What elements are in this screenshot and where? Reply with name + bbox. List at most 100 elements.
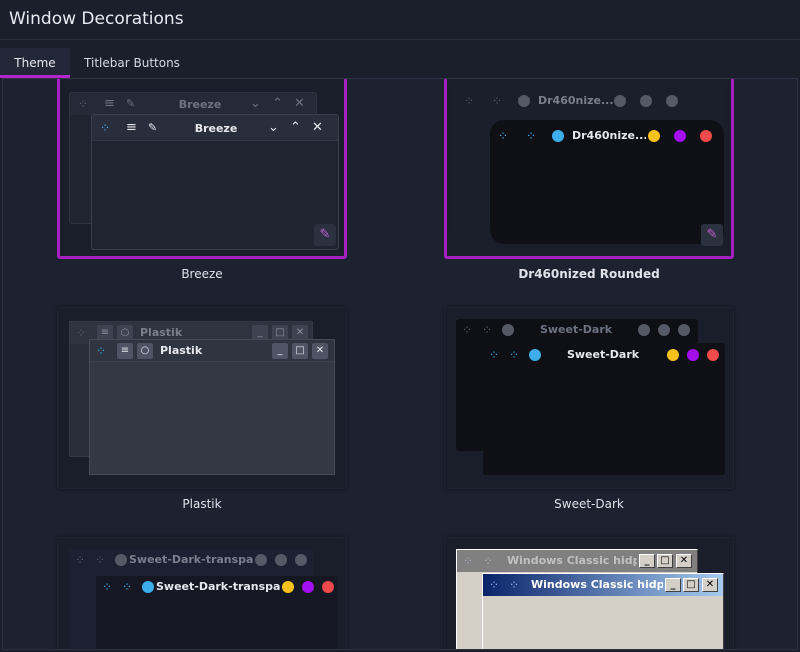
diamond-dots-icon: ⁘	[489, 578, 500, 592]
tab-theme[interactable]: Theme	[0, 48, 70, 78]
dot-icon	[674, 130, 686, 142]
dot-icon	[295, 554, 307, 566]
dot-icon	[614, 95, 626, 107]
on-all-desktops-icon: ○	[137, 343, 153, 359]
maximize-icon: □	[683, 578, 699, 592]
theme-name-breeze: Breeze	[181, 267, 223, 281]
diamond-dots-icon: ⁘	[526, 129, 537, 143]
close-icon: ✕	[312, 343, 328, 359]
diamond-dots-icon: ⁘	[482, 323, 493, 337]
tab-bar: Theme Titlebar Buttons	[0, 40, 800, 78]
preview-active-window: ⁘ ⁘ Windows Classic hidpi _ □ ✕	[482, 573, 724, 649]
theme-card-dr460nized-rounded[interactable]: ⁘ ⁘ Dr460nize... ⁘ ⁘ Dr460nize... ✎	[444, 79, 734, 259]
minimize-icon: _	[665, 578, 681, 592]
dot-icon	[552, 130, 564, 142]
window-header: Window Decorations	[0, 0, 800, 40]
theme-name-dr460nized-rounded: Dr460nized Rounded	[518, 267, 660, 281]
pin-icon: ✎	[126, 97, 136, 110]
diamond-dots-icon: ⁘	[509, 348, 520, 362]
diamond-dots-icon: ⁘	[100, 121, 111, 135]
edit-pencil-icon[interactable]: ✎	[314, 224, 336, 246]
preview-title: Dr460nize...	[572, 129, 646, 142]
tab-titlebar-buttons[interactable]: Titlebar Buttons	[70, 48, 194, 78]
close-icon: ✕	[294, 96, 305, 111]
dot-icon	[667, 349, 679, 361]
edit-pencil-icon[interactable]: ✎	[701, 224, 723, 246]
diamond-dots-icon: ⁘	[95, 553, 106, 567]
preview-active-window: ⁘ ⁘ Dr460nize...	[490, 120, 724, 244]
dot-icon	[648, 130, 660, 142]
close-icon: ✕	[312, 120, 323, 135]
maximize-icon: □	[292, 343, 308, 359]
diamond-dots-icon: ⁘	[489, 348, 500, 362]
chevron-down-icon: ⌄	[250, 96, 261, 111]
dot-icon	[658, 324, 670, 336]
preview-title: Sweet-Dark	[539, 323, 613, 336]
dot-icon	[518, 95, 530, 107]
diamond-dots-icon: ⁘	[102, 580, 113, 594]
dot-icon	[115, 554, 127, 566]
preview-title: Sweet-Dark-transpa...	[129, 553, 253, 566]
dot-icon	[678, 324, 690, 336]
pin-icon: ✎	[148, 121, 158, 134]
dot-icon	[638, 324, 650, 336]
diamond-dots-icon: ⁘	[462, 323, 473, 337]
dot-icon	[302, 581, 314, 593]
preview-title: Plastik	[140, 326, 183, 339]
diamond-dots-icon: ⁘	[96, 344, 107, 358]
dot-icon	[529, 349, 541, 361]
preview-title: Sweet-Dark	[566, 348, 640, 361]
preview-title: Breeze	[178, 98, 222, 111]
preview-active-window: ⁘ ≡ ○ Plastik _ □ ✕	[89, 339, 335, 475]
diamond-dots-icon: ⁘	[463, 554, 474, 568]
minimize-icon: _	[272, 343, 288, 359]
dot-icon	[640, 95, 652, 107]
theme-card-sweet-dark-transparent[interactable]: ⁘ ⁘ Sweet-Dark-transpa... ⁘ ⁘ Sweet-Dark…	[57, 537, 347, 649]
dot-icon	[707, 349, 719, 361]
diamond-dots-icon: ⁘	[464, 94, 475, 108]
theme-card-sweet-dark[interactable]: ⁘ ⁘ Sweet-Dark ⁘ ⁘ Sweet-Dark	[444, 307, 734, 489]
dot-icon	[142, 581, 154, 593]
hamburger-menu-icon: ≡	[117, 343, 133, 359]
diamond-dots-icon: ⁘	[122, 580, 133, 594]
diamond-dots-icon: ⁘	[75, 553, 86, 567]
preview-title: Windows Classic hidpi	[531, 578, 663, 591]
dot-icon	[322, 581, 334, 593]
dot-icon	[666, 95, 678, 107]
preview-active-window: ⁘ ⁘ Sweet-Dark	[483, 343, 725, 475]
page-title: Window Decorations	[9, 9, 184, 29]
dot-icon	[255, 554, 267, 566]
theme-card-windows-classic-hidpi[interactable]: ⁘ ⁘ Windows Classic hidpi _ □ ✕ ⁘ ⁘ Wind…	[444, 537, 734, 649]
preview-title: Plastik	[160, 344, 203, 357]
diamond-dots-icon: ⁘	[76, 326, 87, 340]
theme-name-sweet-dark: Sweet-Dark	[554, 497, 624, 511]
preview-active-window: ⁘ ⁘ Sweet-Dark-transpa...	[96, 576, 338, 649]
theme-grid: ⁘ ≡ ✎ Breeze ⌄ ⌃ ✕ ⁘ ≡ ✎ Breeze ⌄ ⌃ ✕ ✎ …	[2, 78, 798, 650]
theme-card-breeze[interactable]: ⁘ ≡ ✎ Breeze ⌄ ⌃ ✕ ⁘ ≡ ✎ Breeze ⌄ ⌃ ✕ ✎	[57, 79, 347, 259]
diamond-dots-icon: ⁘	[483, 554, 494, 568]
hamburger-menu-icon: ≡	[126, 120, 137, 135]
chevron-up-icon: ⌃	[272, 96, 283, 111]
close-icon: ✕	[702, 578, 718, 592]
dot-icon	[282, 581, 294, 593]
preview-title: Windows Classic hidpi	[507, 554, 637, 567]
preview-title: Dr460nize...	[538, 94, 614, 107]
preview-active-window: ⁘ ≡ ✎ Breeze ⌄ ⌃ ✕	[91, 114, 339, 250]
preview-title: Breeze	[194, 122, 238, 135]
dot-icon	[502, 324, 514, 336]
dot-icon	[275, 554, 287, 566]
dot-icon	[700, 130, 712, 142]
chevron-down-icon: ⌄	[268, 120, 279, 135]
diamond-dots-icon: ⁘	[509, 578, 520, 592]
chevron-up-icon: ⌃	[290, 120, 301, 135]
maximize-icon: □	[657, 554, 673, 568]
diamond-dots-icon: ⁘	[492, 94, 503, 108]
diamond-dots-icon: ⁘	[78, 97, 89, 111]
minimize-icon: _	[639, 554, 655, 568]
diamond-dots-icon: ⁘	[498, 129, 509, 143]
hamburger-menu-icon: ≡	[104, 96, 115, 111]
close-icon: ✕	[676, 554, 692, 568]
preview-title: Sweet-Dark-transpa...	[156, 580, 280, 593]
dot-icon	[687, 349, 699, 361]
theme-card-plastik[interactable]: ⁘ ≡ ○ Plastik _ □ ✕ ⁘ ≡ ○ Plastik _ □ ✕	[57, 307, 347, 489]
